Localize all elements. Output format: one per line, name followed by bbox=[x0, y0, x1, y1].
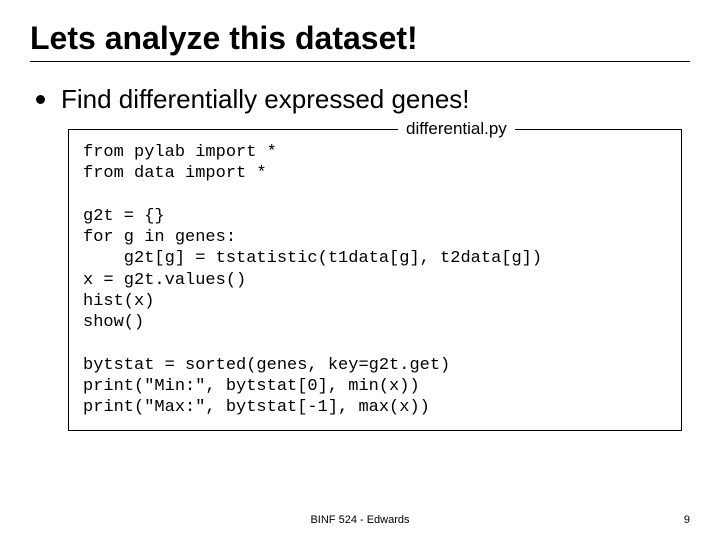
code-fieldset: differential.py from pylab import * from… bbox=[68, 129, 682, 431]
slide-title: Lets analyze this dataset! bbox=[30, 20, 690, 57]
bullet-item: Find differentially expressed genes! bbox=[30, 84, 690, 115]
code-legend: differential.py bbox=[398, 119, 515, 139]
code-block: from pylab import * from data import * g… bbox=[68, 129, 682, 431]
bullet-dot-icon bbox=[36, 95, 45, 104]
title-underline bbox=[30, 61, 690, 62]
page-number: 9 bbox=[684, 514, 690, 526]
bullet-text: Find differentially expressed genes! bbox=[61, 84, 470, 115]
slide-footer: BINF 524 - Edwards bbox=[0, 514, 720, 526]
